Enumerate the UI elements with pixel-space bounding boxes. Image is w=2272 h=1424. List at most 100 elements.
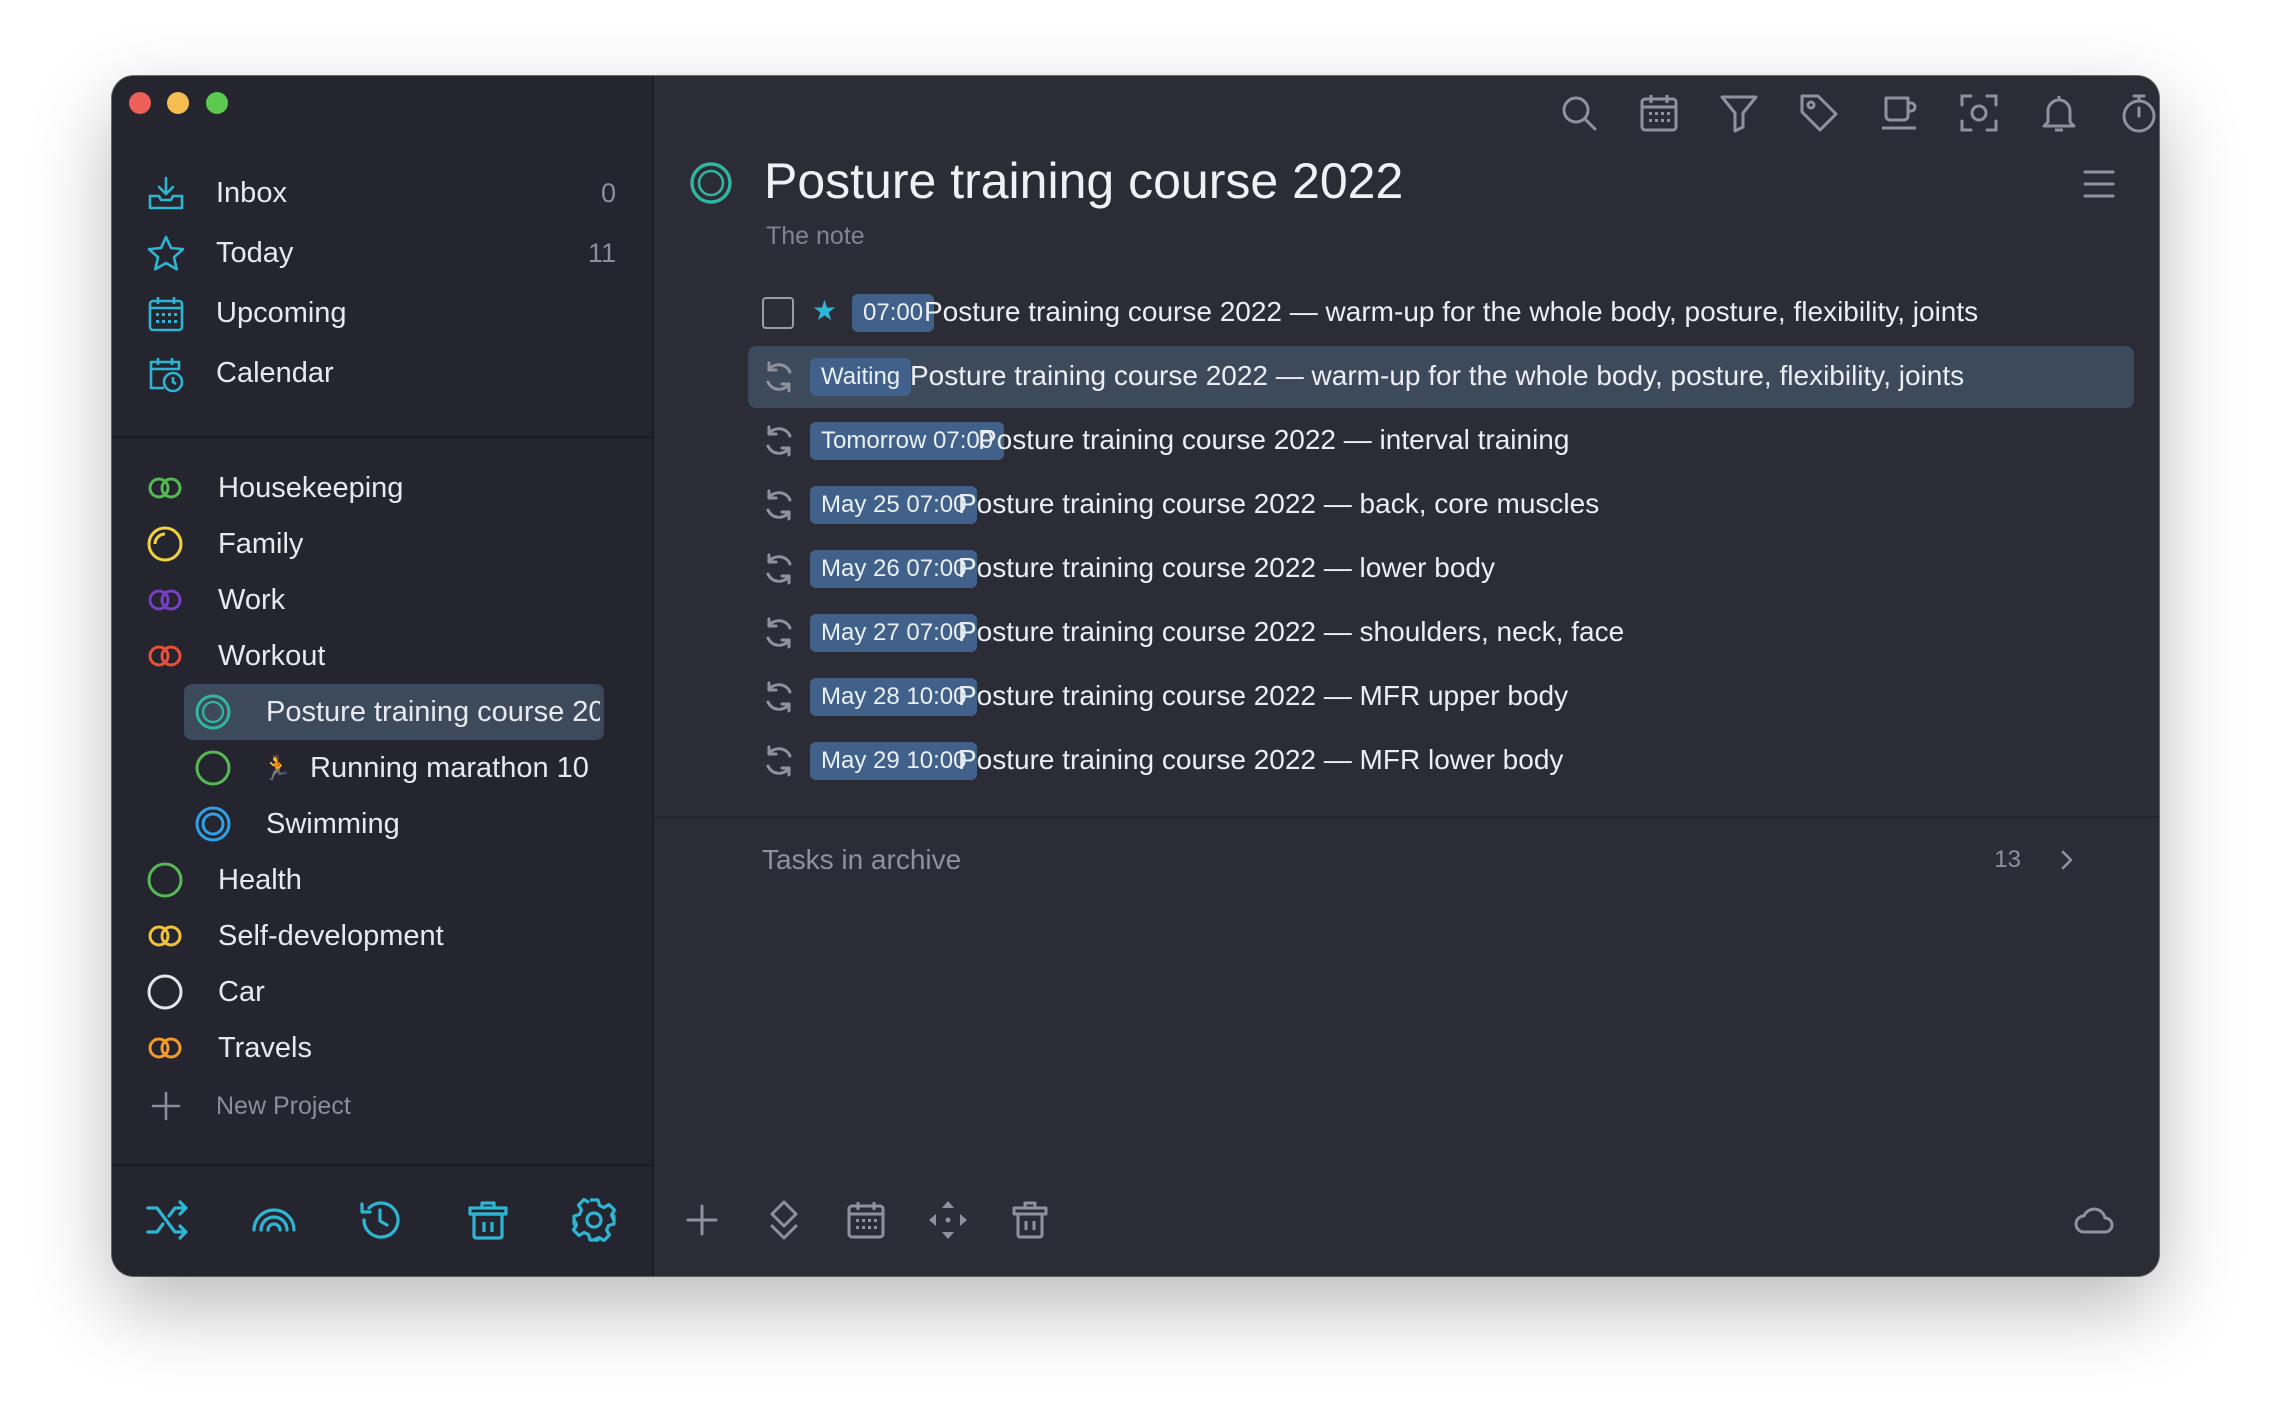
- task-row[interactable]: May 27 07:00 Posture training course 202…: [748, 602, 2134, 664]
- task-title[interactable]: Posture training course 2022 — warm-up f…: [924, 296, 1978, 328]
- shuffle-icon[interactable]: [144, 1196, 192, 1244]
- repeat-icon[interactable]: [760, 550, 798, 588]
- repeat-icon[interactable]: [760, 742, 798, 780]
- task-checkbox[interactable]: [762, 297, 794, 329]
- task-date-badge[interactable]: May 29 10:00: [810, 742, 978, 780]
- history-icon[interactable]: [356, 1196, 404, 1244]
- project-note[interactable]: The note: [766, 222, 865, 251]
- sidebar-project-car[interactable]: Car: [112, 964, 652, 1020]
- plus-icon[interactable]: [680, 1198, 724, 1242]
- sidebar-item-label: Upcoming: [216, 297, 347, 329]
- sidebar-project-health[interactable]: Health: [112, 852, 652, 908]
- task-row[interactable]: May 28 10:00 Posture training course 202…: [748, 666, 2134, 728]
- sidebar-project-family[interactable]: Family: [112, 516, 652, 572]
- repeat-icon[interactable]: [760, 678, 798, 716]
- task-date-badge[interactable]: Tomorrow 07:00: [810, 422, 1005, 460]
- page-title[interactable]: Posture training course 2022: [764, 152, 1403, 210]
- runner-emoji-icon: 🏃: [262, 755, 292, 782]
- ring-icon: [195, 694, 231, 730]
- task-title[interactable]: Posture training course 2022 — back, cor…: [958, 488, 1599, 520]
- sidebar-project-work[interactable]: Work: [112, 572, 652, 628]
- task-date-badge[interactable]: 07:00: [852, 294, 935, 332]
- coffee-icon[interactable]: [1878, 92, 1920, 134]
- sidebar-project-swimming[interactable]: Swimming: [112, 796, 652, 852]
- task-date-badge[interactable]: May 27 07:00: [810, 614, 978, 652]
- task-date-badge[interactable]: May 28 10:00: [810, 678, 978, 716]
- project-label: Travels: [218, 1032, 312, 1064]
- diamond-arrows-icon[interactable]: [762, 1198, 806, 1242]
- trash-icon[interactable]: [1008, 1198, 1052, 1242]
- repeat-icon[interactable]: [760, 422, 798, 460]
- double-ring-icon: [148, 925, 182, 947]
- ring-icon: [147, 974, 183, 1010]
- sidebar-item-inbox[interactable]: Inbox 0: [112, 164, 652, 224]
- trash-icon[interactable]: [464, 1196, 512, 1244]
- double-ring-icon: [148, 477, 182, 499]
- repeat-icon[interactable]: [760, 614, 798, 652]
- project-label: Workout: [218, 640, 326, 672]
- task-title[interactable]: Posture training course 2022 — warm-up f…: [910, 360, 1964, 392]
- cloud-icon[interactable]: [2072, 1198, 2116, 1242]
- sidebar-item-today[interactable]: Today 11: [112, 224, 652, 284]
- task-date-badge[interactable]: Waiting: [810, 358, 912, 396]
- chevron-right-icon[interactable]: [2053, 846, 2081, 874]
- task-date-badge[interactable]: May 25 07:00: [810, 486, 978, 524]
- gear-icon[interactable]: [570, 1196, 618, 1244]
- task-row[interactable]: ★ 07:00 Posture training course 2022 — w…: [748, 282, 2134, 344]
- task-row[interactable]: May 29 10:00 Posture training course 202…: [748, 730, 2134, 792]
- window-minimize-button[interactable]: [167, 92, 189, 114]
- star-icon[interactable]: ★: [812, 294, 837, 327]
- new-project-label: New Project: [216, 1092, 351, 1120]
- ring-icon: [147, 862, 183, 898]
- window-close-button[interactable]: [129, 92, 151, 114]
- task-date-badge[interactable]: May 26 07:00: [810, 550, 978, 588]
- project-label: Health: [218, 864, 302, 896]
- calendar-icon[interactable]: [844, 1198, 888, 1242]
- ring-icon: [195, 750, 231, 786]
- timer-icon[interactable]: [2118, 92, 2159, 134]
- sidebar-item-upcoming[interactable]: Upcoming: [112, 284, 652, 344]
- task-title[interactable]: Posture training course 2022 — interval …: [978, 424, 1569, 456]
- repeat-icon[interactable]: [760, 486, 798, 524]
- task-title[interactable]: Posture training course 2022 — MFR upper…: [958, 680, 1568, 712]
- search-icon[interactable]: [1558, 92, 1600, 134]
- sidebar-item-calendar[interactable]: Calendar: [112, 344, 652, 404]
- archive-label[interactable]: Tasks in archive: [762, 844, 961, 876]
- calendar-icon[interactable]: [1638, 92, 1680, 134]
- inbox-icon: [148, 176, 184, 210]
- sidebar: Inbox 0 Today 11 Upcoming Calendar House…: [112, 76, 654, 1276]
- sidebar-project-self-development[interactable]: Self-development: [112, 908, 652, 964]
- filter-icon[interactable]: [1718, 92, 1760, 134]
- bell-icon[interactable]: [2038, 92, 2080, 134]
- menu-lines-icon[interactable]: [2079, 164, 2119, 204]
- task-row[interactable]: May 26 07:00 Posture training course 202…: [748, 538, 2134, 600]
- task-row[interactable]: May 25 07:00 Posture training course 202…: [748, 474, 2134, 536]
- sidebar-project-posture-training[interactable]: Posture training course 2022: [112, 684, 652, 740]
- project-label: Self-development: [218, 920, 444, 952]
- repeat-icon[interactable]: [760, 358, 798, 396]
- task-title[interactable]: Posture training course 2022 — lower bod…: [958, 552, 1495, 584]
- progress-ring-icon: [147, 526, 183, 562]
- wifi-arc-icon[interactable]: [250, 1196, 298, 1244]
- star-icon: [147, 235, 185, 271]
- sidebar-divider: [112, 436, 652, 438]
- project-label: Running marathon 10: [310, 752, 589, 784]
- sidebar-project-travels[interactable]: Travels: [112, 1020, 652, 1076]
- sidebar-project-workout[interactable]: Workout: [112, 628, 652, 684]
- double-ring-icon: [148, 589, 182, 611]
- task-title[interactable]: Posture training course 2022 — MFR lower…: [958, 744, 1563, 776]
- tag-icon[interactable]: [1798, 92, 1840, 134]
- new-project-button[interactable]: New Project: [112, 1082, 652, 1132]
- task-row[interactable]: Tomorrow 07:00 Posture training course 2…: [748, 410, 2134, 472]
- sidebar-project-running-marathon[interactable]: 🏃 Running marathon 10: [112, 740, 652, 796]
- move-icon[interactable]: [926, 1198, 970, 1242]
- project-label: Car: [218, 976, 265, 1008]
- window-zoom-button[interactable]: [206, 92, 228, 114]
- sidebar-bottom-divider: [112, 1164, 652, 1166]
- focus-icon[interactable]: [1958, 92, 2000, 134]
- task-title[interactable]: Posture training course 2022 — shoulders…: [958, 616, 1624, 648]
- task-row[interactable]: Waiting Posture training course 2022 — w…: [748, 346, 2134, 408]
- sidebar-project-housekeeping[interactable]: Housekeeping: [112, 460, 652, 516]
- project-ring-icon[interactable]: [688, 160, 734, 206]
- task-list-divider: [654, 816, 2159, 818]
